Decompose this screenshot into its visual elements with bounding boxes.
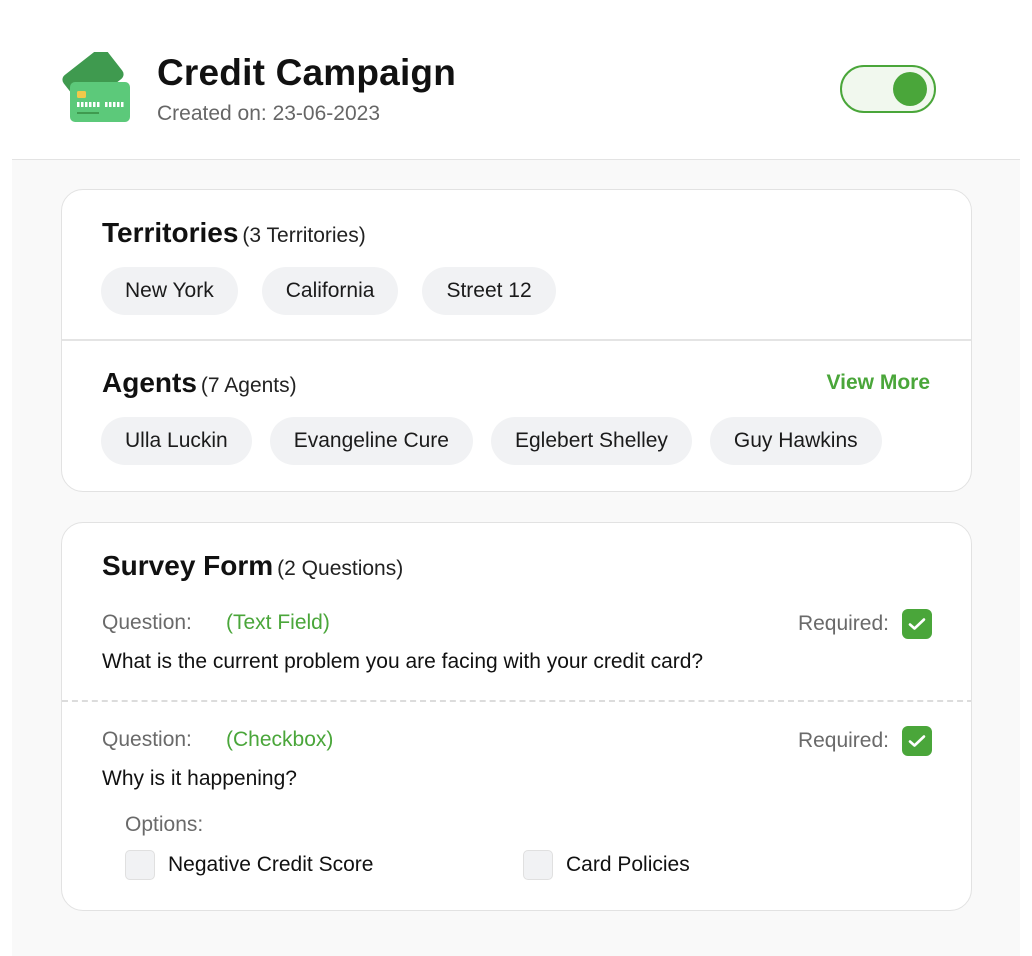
checkmark-icon — [908, 618, 926, 630]
territories-title: Territories — [102, 217, 239, 248]
agent-chip[interactable]: Evangeline Cure — [269, 417, 473, 465]
section-divider — [62, 339, 971, 341]
territory-chip[interactable]: New York — [101, 267, 238, 315]
question-divider — [62, 700, 971, 702]
territory-chip[interactable]: Street 12 — [422, 267, 556, 315]
checkmark-icon — [908, 735, 926, 747]
question-label: Question: — [102, 728, 192, 751]
option-card-policies[interactable]: Card Policies — [523, 850, 690, 880]
agent-chips: Ulla Luckin Evangeline Cure Eglebert She… — [101, 417, 882, 465]
agents-count: (7 Agents) — [200, 374, 297, 397]
question-type: (Text Field) — [226, 611, 330, 634]
agents-title: Agents — [102, 367, 197, 398]
agents-heading: Agents (7 Agents) — [102, 367, 297, 399]
option-checkbox[interactable] — [125, 850, 155, 880]
options-label: Options: — [125, 813, 204, 836]
territory-chips: New York California Street 12 — [101, 267, 556, 315]
required-label: Required: — [797, 612, 889, 635]
created-on-date: Created on: 23-06-2023 — [157, 102, 380, 125]
territory-chip[interactable]: California — [261, 267, 399, 315]
survey-form-card: Survey Form (2 Questions) Question: (Text… — [61, 522, 972, 911]
required-checkbox[interactable] — [902, 726, 932, 756]
option-label: Negative Credit Score — [168, 853, 374, 876]
option-negative-credit-score[interactable]: Negative Credit Score — [125, 850, 373, 880]
survey-count: (2 Questions) — [277, 557, 404, 580]
question-label: Question: — [102, 611, 192, 634]
territories-agents-card: Territories (3 Territories) New York Cali… — [61, 189, 972, 492]
question-type: (Checkbox) — [226, 728, 334, 751]
question-text: What is the current problem you are faci… — [102, 650, 704, 673]
agent-chip[interactable]: Ulla Luckin — [101, 417, 252, 465]
agent-chip[interactable]: Guy Hawkins — [709, 417, 882, 465]
required-checkbox[interactable] — [902, 609, 932, 639]
campaign-active-toggle[interactable] — [840, 65, 936, 113]
survey-heading: Survey Form (2 Questions) — [102, 550, 403, 582]
view-more-agents-link[interactable]: View More — [827, 371, 930, 395]
campaign-title: Credit Campaign — [157, 52, 457, 93]
option-label: Card Policies — [566, 853, 690, 876]
territories-count: (3 Territories) — [242, 224, 366, 247]
survey-title: Survey Form — [102, 550, 274, 581]
credit-card-icon — [62, 52, 130, 122]
territories-heading: Territories (3 Territories) — [102, 217, 366, 249]
campaign-header: Credit Campaign Created on: 23-06-2023 — [0, 0, 1032, 160]
option-checkbox[interactable] — [523, 850, 553, 880]
toggle-knob — [893, 72, 927, 106]
question-text: Why is it happening? — [102, 767, 297, 790]
agent-chip[interactable]: Eglebert Shelley — [490, 417, 692, 465]
campaign-detail-page: Credit Campaign Created on: 23-06-2023 T… — [0, 0, 1032, 956]
required-label: Required: — [797, 729, 889, 752]
